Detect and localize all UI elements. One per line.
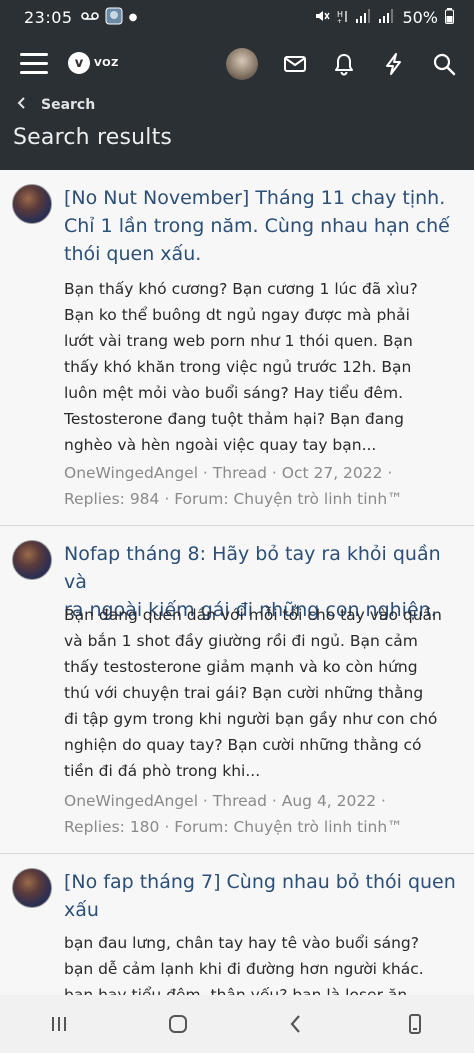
result-title-line[interactable]: thói quen xấu. (64, 240, 464, 268)
search-results-list: [No Nut November] Tháng 11 chay tịnh. Ch… (0, 170, 474, 1014)
author-avatar[interactable] (12, 868, 52, 908)
snippet-line: bạn đau lưng, chân tay hay tê vào buổi s… (64, 934, 419, 952)
search-result: [No fap tháng 7] Cùng nhau bỏ thói quen … (0, 854, 474, 1014)
snippet-line: Bạn đang quen dần với mỗi tối cho tay và… (64, 606, 442, 624)
screenshot-icon[interactable] (395, 1004, 435, 1044)
search-icon[interactable] (431, 51, 457, 77)
result-meta-line: Replies: 984 · Forum: Chuyện trò linh ti… (64, 490, 403, 508)
result-meta-line: OneWingedAngel · Thread · Oct 27, 2022 · (64, 464, 393, 482)
signal-icon (356, 8, 372, 27)
page-header: Search Search results (0, 95, 474, 170)
mail-icon[interactable] (282, 51, 308, 77)
breadcrumb[interactable]: Search (17, 95, 95, 115)
result-title[interactable]: [No Nut November] Tháng 11 chay tịnh. Ch… (64, 184, 464, 268)
lightning-icon[interactable] (381, 51, 407, 77)
snippet-line: lướt vài trang web porn như 1 thói quen.… (64, 332, 413, 350)
battery-icon (445, 7, 454, 28)
snippet-line: Bạn ko thể buông dt ngủ ngay được mà phả… (64, 306, 410, 324)
wifi-icon: H + (337, 8, 349, 28)
result-meta-line: Replies: 180 · Forum: Chuyện trò linh ti… (64, 818, 403, 836)
page-title: Search results (13, 125, 173, 150)
notification-icons: ● (80, 7, 138, 29)
svg-text:+: + (337, 18, 342, 24)
menu-icon[interactable] (20, 53, 48, 75)
author-avatar[interactable] (12, 184, 52, 224)
back-icon[interactable] (276, 1004, 316, 1044)
gallery-icon (105, 7, 123, 29)
author-avatar[interactable] (12, 540, 52, 580)
result-meta: OneWingedAngel · Thread · Oct 27, 2022 ·… (64, 460, 464, 512)
status-bar: 23:05 ● H + 50% (0, 0, 474, 35)
snippet-line: và bắn 1 shot đầy giường rồi đi ngủ. Bạn… (64, 632, 418, 650)
snippet-line: bạn dễ cảm lạnh khi đi đường hơn người k… (64, 960, 424, 978)
site-logo[interactable]: v VOZ (68, 52, 119, 74)
snippet-line: nghiện do quay tay? Bạn cười những thằng… (64, 736, 422, 754)
result-title-line[interactable]: Nofap tháng 8: Hãy bỏ tay ra khỏi quần v… (64, 540, 464, 596)
result-snippet: Bạn thấy khó cương? Bạn cương 1 lúc đã x… (64, 276, 464, 458)
bell-icon[interactable] (331, 51, 357, 77)
mute-icon (314, 8, 331, 28)
result-title-line[interactable]: Chỉ 1 lần trong năm. Cùng nhau hạn chế (64, 212, 464, 240)
snippet-line: thấy khó khăn trong việc ngủ trước 12h. … (64, 358, 412, 376)
result-title-line[interactable]: [No Nut November] Tháng 11 chay tịnh. (64, 184, 464, 212)
search-result: [No Nut November] Tháng 11 chay tịnh. Ch… (0, 170, 474, 526)
battery-percent: 50% (402, 8, 438, 27)
snippet-line: tiền đi đá phò trong khi... (64, 762, 261, 780)
snippet-line: Bạn thấy khó cương? Bạn cương 1 lúc đã x… (64, 280, 418, 298)
more-notifications-icon: ● (128, 12, 138, 23)
system-navigation-bar (0, 995, 474, 1053)
voz-logo-text: VOZ (94, 57, 119, 69)
snippet-line: đi tập gym trong khi người bạn gầy như c… (64, 710, 438, 728)
status-time: 23:05 (24, 8, 73, 27)
result-title-line[interactable]: [No fap tháng 7] Cùng nhau bỏ thói quen (64, 868, 464, 896)
recent-apps-icon[interactable] (39, 1004, 79, 1044)
search-result: Nofap tháng 8: Hãy bỏ tay ra khỏi quần v… (0, 526, 474, 854)
snippet-line: luôn mệt mỏi vào buổi sáng? Hay tiểu đêm… (64, 384, 403, 402)
snippet-line: nghèo và hèn ngoài việc quay tay bạn... (64, 436, 377, 454)
user-avatar[interactable] (226, 48, 258, 80)
breadcrumb-search-link[interactable]: Search (41, 97, 95, 113)
snippet-line: thú với chuyện trai gái? Bạn cười những … (64, 684, 424, 702)
chevron-left-icon (17, 97, 27, 113)
home-icon[interactable] (158, 1004, 198, 1044)
result-title-line[interactable]: xấu (64, 896, 464, 924)
signal-icon-2 (379, 8, 395, 27)
snippet-line: thấy testosterone giảm mạnh và ko còn hứ… (64, 658, 418, 676)
snippet-line: Testosterone đang tuột thảm hại? Bạn đan… (64, 410, 404, 428)
voicemail-icon (80, 10, 99, 25)
voz-logo-mark: v (68, 52, 90, 74)
result-meta-line: OneWingedAngel · Thread · Aug 4, 2022 · (64, 792, 386, 810)
result-meta: OneWingedAngel · Thread · Aug 4, 2022 · … (64, 788, 464, 840)
top-navbar: v VOZ (0, 35, 474, 95)
result-title[interactable]: [No fap tháng 7] Cùng nhau bỏ thói quen … (64, 868, 464, 924)
result-snippet: Bạn đang quen dần với mỗi tối cho tay và… (64, 602, 464, 784)
